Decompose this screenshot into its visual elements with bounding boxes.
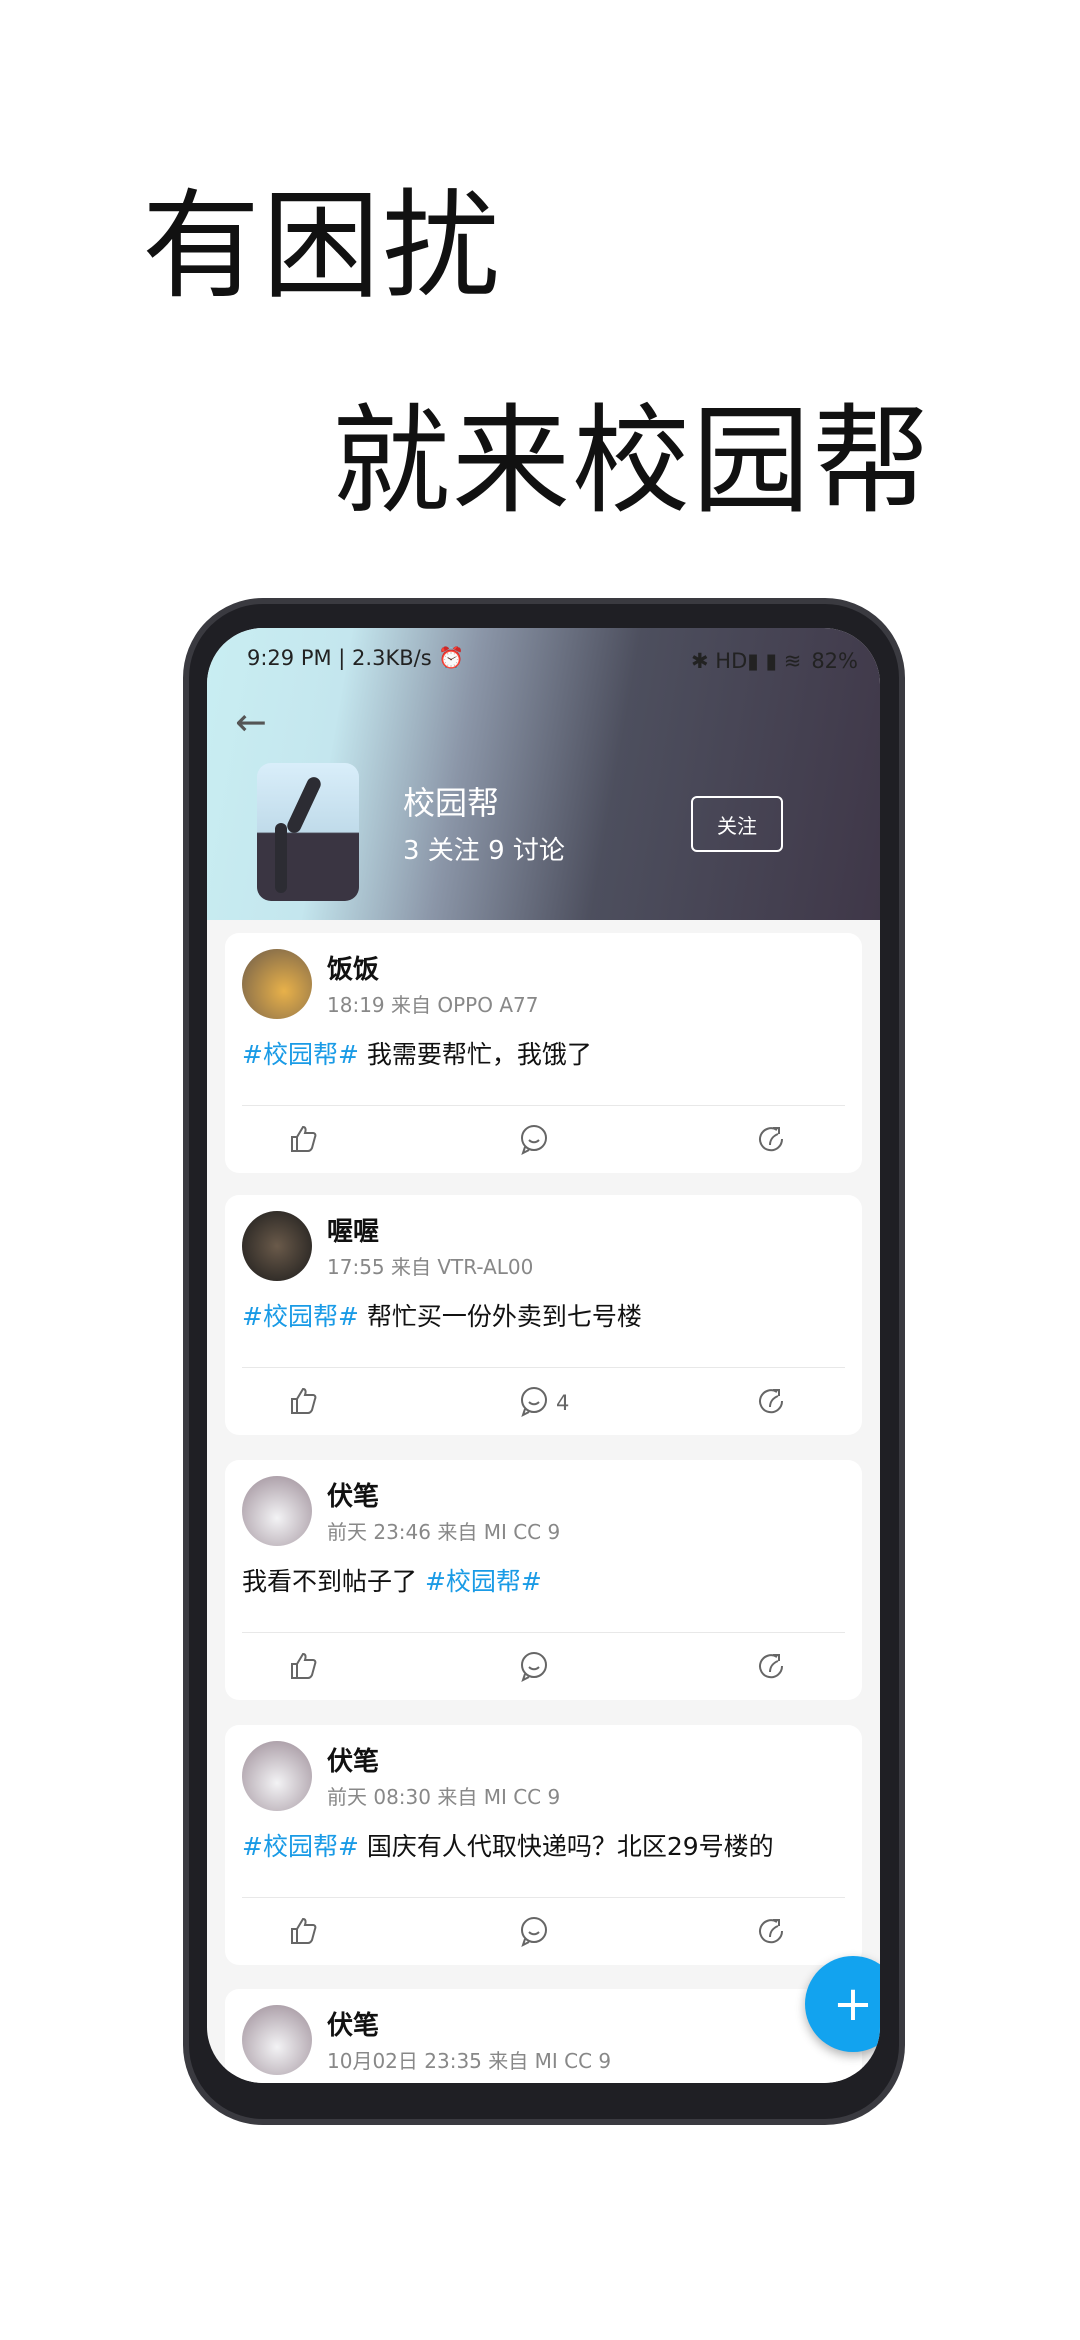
share-icon — [755, 1650, 787, 1687]
post-meta: 17:55 来自 VTR-AL00 — [327, 1255, 534, 1279]
user-name[interactable]: 喔喔 — [327, 1211, 379, 1248]
post-card[interactable]: 伏笔 前天 08:30 来自 MI CC 9 #校园帮# 国庆有人代取快递吗？北… — [225, 1725, 862, 1965]
share-button[interactable] — [755, 1123, 787, 1159]
comment-button[interactable] — [518, 1650, 556, 1686]
battery-level: 82% — [811, 649, 858, 673]
divider — [242, 1105, 845, 1106]
post-meta: 前天 08:30 来自 MI CC 9 — [327, 1785, 561, 1809]
share-button[interactable] — [755, 1650, 787, 1686]
share-button[interactable] — [755, 1385, 787, 1421]
user-name[interactable]: 饭饭 — [327, 949, 379, 986]
divider — [242, 1632, 845, 1633]
divider — [242, 1367, 845, 1368]
comment-icon — [518, 1385, 550, 1422]
follow-button[interactable]: 关注 — [691, 796, 783, 852]
status-left: 9:29 PM | 2.3KB/s ⏰ — [247, 646, 465, 670]
post-card[interactable]: 喔喔 17:55 来自 VTR-AL00 #校园帮# 帮忙买一份外卖到七号楼 4 — [225, 1195, 862, 1435]
comment-button[interactable]: 4 — [518, 1385, 569, 1421]
like-button[interactable] — [287, 1123, 319, 1159]
post-text: 国庆有人代取快递吗？北区29号楼的 — [358, 1832, 774, 1861]
signal-icons: ✱ HD▮ ▮ ≋ — [691, 649, 802, 673]
phone-screen: 9:29 PM | 2.3KB/s ⏰ ✱ HD▮ ▮ ≋ 82% ← 校园帮 3… — [207, 628, 880, 2083]
back-arrow-icon[interactable]: ← — [235, 700, 267, 744]
comment-button[interactable] — [518, 1915, 556, 1951]
post-meta: 18:19 来自 OPPO A77 — [327, 993, 539, 1017]
like-button[interactable] — [287, 1385, 319, 1421]
thumbs-up-icon — [287, 1123, 319, 1160]
post-body: #校园帮# 我需要帮忙，我饿了 — [242, 1035, 592, 1071]
post-meta: 10月02日 23:35 来自 MI CC 9 — [327, 2049, 612, 2073]
topic-logo — [257, 763, 359, 901]
topic-title: 校园帮 — [403, 784, 500, 822]
topic-stats: 3 关注 9 讨论 — [403, 836, 565, 866]
status-bar: 9:29 PM | 2.3KB/s ⏰ ✱ HD▮ ▮ ≋ 82% — [247, 646, 858, 676]
post-card[interactable]: 伏笔 前天 23:46 来自 MI CC 9 我看不到帖子了 #校园帮# — [225, 1460, 862, 1700]
topic-tag-link[interactable]: #校园帮# — [242, 1832, 359, 1861]
user-name[interactable]: 伏笔 — [327, 1476, 379, 1513]
comment-icon — [518, 1650, 550, 1687]
avatar[interactable] — [242, 1741, 312, 1811]
post-meta: 前天 23:46 来自 MI CC 9 — [327, 1520, 561, 1544]
comment-button[interactable] — [518, 1123, 556, 1159]
post-card[interactable]: 伏笔 10月02日 23:35 来自 MI CC 9 — [225, 1989, 862, 2083]
thumbs-up-icon — [287, 1650, 319, 1687]
comment-icon — [518, 1123, 550, 1160]
like-button[interactable] — [287, 1650, 319, 1686]
user-name[interactable]: 伏笔 — [327, 1741, 379, 1778]
post-card[interactable]: 饭饭 18:19 来自 OPPO A77 #校园帮# 我需要帮忙，我饿了 — [225, 933, 862, 1173]
post-text: 我需要帮忙，我饿了 — [358, 1040, 592, 1069]
share-icon — [755, 1915, 787, 1952]
user-name[interactable]: 伏笔 — [327, 2005, 379, 2042]
divider — [242, 1897, 845, 1898]
thumbs-up-icon — [287, 1915, 319, 1952]
post-body: 我看不到帖子了 #校园帮# — [242, 1562, 542, 1598]
share-button[interactable] — [755, 1915, 787, 1951]
topic-tag-link[interactable]: #校园帮# — [425, 1567, 542, 1596]
post-text: 帮忙买一份外卖到七号楼 — [358, 1302, 642, 1331]
comment-count: 4 — [556, 1391, 570, 1415]
share-icon — [755, 1385, 787, 1422]
like-button[interactable] — [287, 1915, 319, 1951]
post-text: 我看不到帖子了 — [242, 1567, 425, 1596]
post-body: #校园帮# 国庆有人代取快递吗？北区29号楼的 — [242, 1827, 774, 1863]
post-body: #校园帮# 帮忙买一份外卖到七号楼 — [242, 1297, 642, 1333]
avatar[interactable] — [242, 1476, 312, 1546]
topic-header: 9:29 PM | 2.3KB/s ⏰ ✱ HD▮ ▮ ≋ 82% ← 校园帮 3… — [207, 628, 880, 920]
topic-tag-link[interactable]: #校园帮# — [242, 1040, 359, 1069]
share-icon — [755, 1123, 787, 1160]
avatar[interactable] — [242, 2005, 312, 2075]
avatar[interactable] — [242, 949, 312, 1019]
avatar[interactable] — [242, 1211, 312, 1281]
slogan-line-2: 就来校园帮 — [332, 392, 933, 530]
thumbs-up-icon — [287, 1385, 319, 1422]
topic-tag-link[interactable]: #校园帮# — [242, 1302, 359, 1331]
slogan-line-1: 有困扰 — [142, 177, 503, 315]
comment-icon — [518, 1915, 550, 1952]
